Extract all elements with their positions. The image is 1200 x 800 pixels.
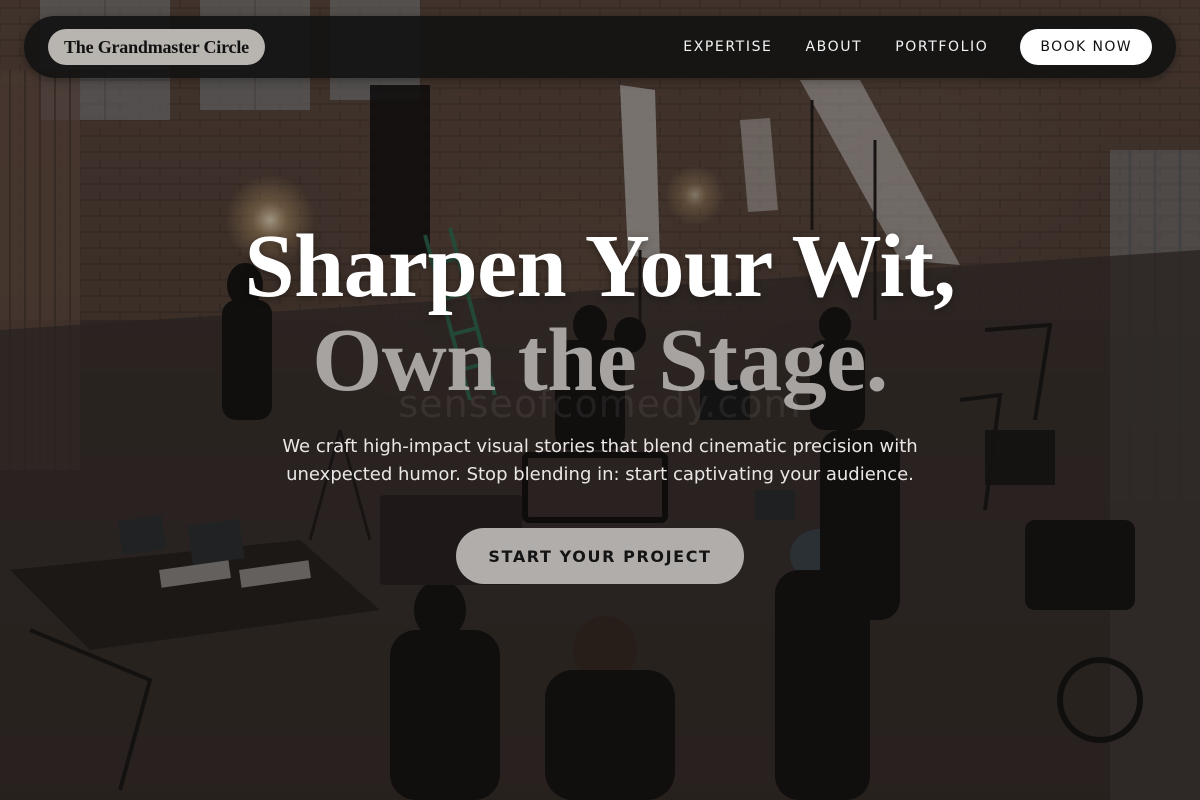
watermark-text: senseofcomedy.com (398, 382, 802, 426)
hero-subtitle: We craft high-impact visual stories that… (282, 436, 918, 485)
hero-headline-line-1: Sharpen Your Wit, (244, 217, 956, 316)
hero-section: Sharpen Your Wit, Own the Stage. senseof… (0, 0, 1200, 800)
start-project-button[interactable]: START YOUR PROJECT (456, 528, 744, 584)
